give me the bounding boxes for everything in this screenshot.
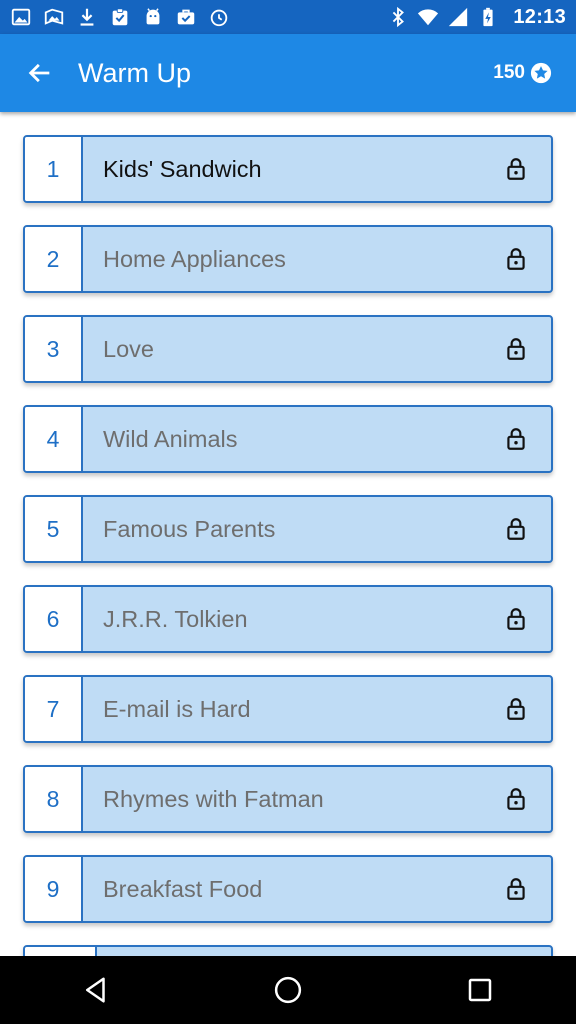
level-title: Kids' Sandwich — [103, 155, 262, 182]
level-item-1[interactable]: 1 Kids' Sandwich — [23, 135, 553, 203]
lock-icon — [503, 606, 529, 632]
coin-balance[interactable]: 150 — [493, 62, 552, 84]
level-number: 6 — [25, 587, 83, 651]
back-triangle-icon — [86, 977, 105, 1003]
cell-signal-icon — [447, 6, 469, 28]
page-title: Warm Up — [78, 57, 191, 88]
battery-charging-icon — [477, 6, 499, 28]
level-item-7[interactable]: 7 E-mail is Hard — [23, 675, 553, 743]
level-item-5[interactable]: 5 Famous Parents — [23, 495, 553, 563]
level-item-9[interactable]: 9 Breakfast Food — [23, 855, 553, 923]
android-icon — [142, 6, 164, 28]
alarm-clock-icon — [208, 6, 230, 28]
level-item-6[interactable]: 6 J.R.R. Tolkien — [23, 585, 553, 653]
level-title — [97, 947, 551, 956]
lock-icon — [503, 516, 529, 542]
coin-count: 150 — [493, 62, 525, 83]
gallery-icon — [10, 6, 32, 28]
level-item-partial[interactable] — [23, 945, 553, 956]
lock-icon — [503, 156, 529, 182]
level-number — [25, 947, 97, 956]
level-number: 2 — [25, 227, 83, 291]
lock-icon — [503, 336, 529, 362]
nav-back-button[interactable] — [66, 960, 126, 1020]
level-number: 3 — [25, 317, 83, 381]
lock-icon — [503, 696, 529, 722]
wifi-icon — [417, 6, 439, 28]
status-bar: 12:13 — [0, 0, 576, 34]
level-title: Love — [103, 335, 154, 362]
lock-icon — [503, 786, 529, 812]
level-title: E-mail is Hard — [103, 695, 251, 722]
back-arrow-icon — [28, 63, 50, 83]
level-title: Breakfast Food — [103, 875, 263, 902]
lock-icon — [503, 426, 529, 452]
status-time: 12:13 — [513, 5, 566, 28]
level-number: 4 — [25, 407, 83, 471]
nav-home-button[interactable] — [258, 960, 318, 1020]
level-number: 7 — [25, 677, 83, 741]
clipboard-check-icon — [109, 6, 131, 28]
system-nav-bar — [0, 956, 576, 1024]
level-title: Rhymes with Fatman — [103, 785, 324, 812]
recents-square-icon — [468, 978, 492, 1002]
app-bar: Warm Up 150 — [0, 34, 576, 112]
download-icon — [76, 6, 98, 28]
bluetooth-icon — [387, 6, 409, 28]
lock-icon — [503, 876, 529, 902]
level-title: Home Appliances — [103, 245, 286, 272]
level-item-4[interactable]: 4 Wild Animals — [23, 405, 553, 473]
level-number: 5 — [25, 497, 83, 561]
level-item-8[interactable]: 8 Rhymes with Fatman — [23, 765, 553, 833]
back-button[interactable] — [20, 53, 60, 93]
lock-icon — [503, 246, 529, 272]
level-item-2[interactable]: 2 Home Appliances — [23, 225, 553, 293]
level-title: Famous Parents — [103, 515, 276, 542]
level-item-3[interactable]: 3 Love — [23, 315, 553, 383]
home-circle-icon — [274, 976, 302, 1004]
level-title: Wild Animals — [103, 425, 238, 452]
level-number: 9 — [25, 857, 83, 921]
nav-recents-button[interactable] — [450, 960, 510, 1020]
photos-icon — [43, 6, 65, 28]
level-number: 1 — [25, 137, 83, 201]
star-coin-icon — [530, 62, 552, 84]
level-list[interactable]: 1 Kids' Sandwich 2 Home Appliances 3 Lov… — [0, 112, 576, 956]
briefcase-check-icon — [175, 6, 197, 28]
level-title: J.R.R. Tolkien — [103, 605, 248, 632]
level-number: 8 — [25, 767, 83, 831]
